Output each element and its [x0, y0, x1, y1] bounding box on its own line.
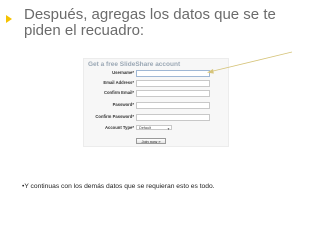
confirm-password-label: Confirm Password*	[95, 114, 134, 119]
join-now-button[interactable]: Join now »	[136, 138, 166, 144]
password-row: Password*	[84, 102, 228, 110]
form-title: Get a free SlideShare account	[88, 61, 181, 68]
confirm-password-row: Confirm Password*	[84, 114, 228, 122]
email-field[interactable]	[136, 80, 210, 87]
email-label: Email Address*	[103, 80, 134, 85]
confirm-email-row: Confirm Email*	[84, 90, 228, 98]
password-label: Password*	[112, 102, 134, 107]
confirm-email-field[interactable]	[136, 90, 210, 97]
username-label: Username*	[112, 70, 134, 75]
email-row: Email Address*	[84, 80, 228, 88]
account-type-label: Account Type*	[104, 125, 134, 130]
confirm-password-field[interactable]	[136, 114, 210, 121]
slide-title: Después, agregas los datos que se te pid…	[24, 6, 276, 39]
password-field[interactable]	[136, 102, 210, 109]
username-row: Username*	[84, 70, 228, 78]
chevron-down-icon: ▼	[167, 127, 170, 131]
confirm-email-label: Confirm Email*	[103, 90, 134, 95]
signup-form-screenshot: Get a free SlideShare account Username* …	[83, 58, 229, 147]
instruction-text: •Y continuas con los demás datos que se …	[22, 183, 215, 190]
yellow-arrow-bullet-icon	[6, 15, 12, 23]
username-field[interactable]	[136, 70, 210, 77]
account-type-value: Default	[139, 126, 152, 130]
account-type-select[interactable]: Default ▼	[136, 125, 172, 131]
account-type-row: Account Type* Default ▼	[84, 125, 228, 133]
